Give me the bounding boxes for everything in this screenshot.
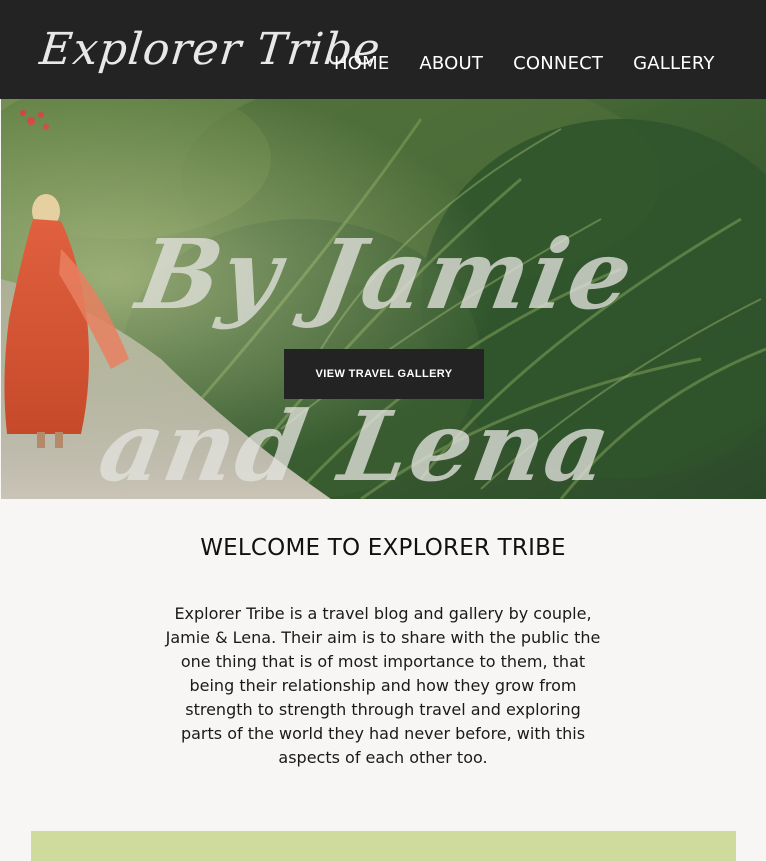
welcome-paragraph: Explorer Tribe is a travel blog and gall…	[165, 604, 601, 767]
accent-band	[31, 831, 736, 861]
site-header: Explorer Tribe HOME ABOUT CONNECT GALLER…	[0, 0, 766, 99]
nav-connect[interactable]: CONNECT	[513, 53, 603, 74]
welcome-heading: WELCOME TO EXPLORER TRIBE	[200, 535, 566, 561]
nav-home[interactable]: HOME	[334, 53, 389, 74]
hero-banner: By Jamie and Lena VIEW TRAVEL GALLERY	[1, 99, 766, 499]
nav-gallery[interactable]: GALLERY	[633, 53, 714, 74]
main-nav: HOME ABOUT CONNECT GALLERY	[334, 53, 715, 74]
page: Explorer Tribe HOME ABOUT CONNECT GALLER…	[0, 0, 766, 861]
site-logo[interactable]: Explorer Tribe	[37, 24, 383, 75]
hero-photo	[1, 99, 766, 499]
view-travel-gallery-button[interactable]: VIEW TRAVEL GALLERY	[284, 349, 484, 399]
nav-about[interactable]: ABOUT	[419, 53, 483, 74]
